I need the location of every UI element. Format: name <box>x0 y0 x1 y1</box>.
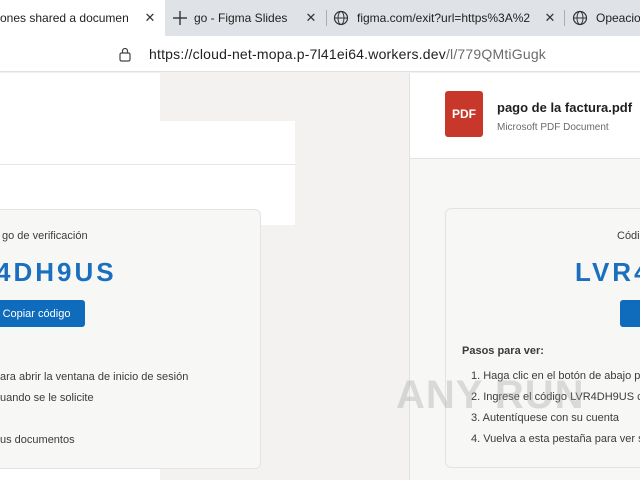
tab-figma-exit[interactable]: figma.com/exit?url=https%3A%2 ✕ <box>333 0 563 36</box>
step-item: 4. Vuelva a esta pestaña para ver su <box>471 433 640 445</box>
copy-code-button[interactable]: Copiar código <box>0 300 85 327</box>
tab-label: figma.com/exit?url=https%3A%2 <box>357 11 531 25</box>
step-item: us documentos <box>0 434 75 446</box>
copy-code-button[interactable] <box>620 300 640 327</box>
pdf-icon: PDF <box>445 91 483 137</box>
verification-label: Códi <box>617 230 640 242</box>
lock-icon[interactable] <box>118 46 132 62</box>
verification-code: LVR4 <box>575 257 640 287</box>
address-bar[interactable]: https://cloud-net-mopa.p-7l41ei64.worker… <box>0 36 640 72</box>
url-path: /l/779QMtiGugk <box>445 46 546 62</box>
figma-icon <box>172 10 188 26</box>
file-type: Microsoft PDF Document <box>497 122 609 133</box>
close-icon[interactable]: ✕ <box>303 10 319 26</box>
close-icon[interactable]: ✕ <box>142 10 158 26</box>
close-icon[interactable]: ✕ <box>542 10 558 26</box>
step-item: uando se le solicite <box>0 392 94 404</box>
tab-separator <box>564 10 565 26</box>
globe-icon <box>333 10 349 26</box>
tab-bar: ones shared a document w ✕ go - Figma Sl… <box>0 0 640 36</box>
tab-label: ones shared a document w <box>0 11 128 25</box>
tab-opeacio[interactable]: Opeacio <box>572 0 640 36</box>
tab-label: Opeacio <box>596 11 640 25</box>
verification-code: 4DH9US <box>0 257 117 287</box>
file-name: pago de la factura.pdf <box>497 100 633 115</box>
tab-shared-document[interactable]: ones shared a document w ✕ <box>0 0 165 36</box>
verification-card-right <box>445 208 640 468</box>
tab-label: go - Figma Slides <box>194 11 288 25</box>
verification-card-left <box>0 209 261 469</box>
tab-figma-slides[interactable]: go - Figma Slides ✕ <box>172 0 327 36</box>
divider <box>0 164 295 165</box>
page-content: go de verificación 4DH9US Copiar código … <box>0 73 640 480</box>
tab-separator <box>326 10 327 26</box>
globe-icon <box>572 10 588 26</box>
url-host: https://cloud-net-mopa.p-7l41ei64.worker… <box>149 46 446 62</box>
step-item: ara abrir la ventana de inicio de sesión <box>0 371 189 383</box>
verification-label: go de verificación <box>2 230 88 242</box>
steps-title: Pasos para ver: <box>462 345 544 357</box>
watermark: ANY RUN <box>396 373 585 417</box>
url-text[interactable]: https://cloud-net-mopa.p-7l41ei64.worker… <box>149 46 546 62</box>
